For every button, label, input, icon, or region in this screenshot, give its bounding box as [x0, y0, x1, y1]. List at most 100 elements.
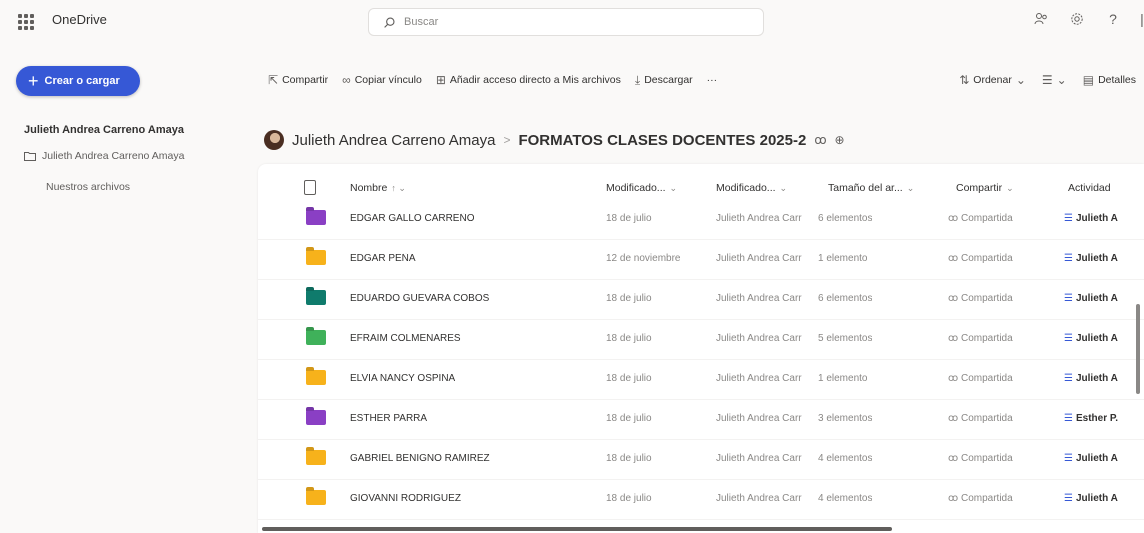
- row-activity[interactable]: ☰ Esther P.: [1064, 413, 1118, 424]
- chevron-down-icon: ⌄: [669, 183, 678, 193]
- folder-icon: [306, 410, 326, 425]
- sidebar-user-name[interactable]: Julieth Andrea Carreno Amaya: [24, 124, 184, 136]
- folder-icon: [306, 210, 326, 225]
- column-header-size[interactable]: Tamaño del ar... ⌄: [828, 182, 914, 194]
- column-header-sharing[interactable]: Compartir ⌄: [956, 182, 1014, 194]
- app-title[interactable]: OneDrive: [52, 12, 107, 27]
- table-row[interactable]: EFRAIM COLMENARES 18 de julio Julieth An…: [258, 320, 1144, 360]
- download-label: Descargar: [644, 74, 693, 86]
- row-size: 4 elementos: [818, 453, 873, 464]
- copy-link-label: Copiar vínculo: [354, 74, 422, 86]
- column-header-modified[interactable]: Modificado... ⌄: [606, 182, 677, 194]
- row-activity[interactable]: ☰ Julieth A: [1064, 293, 1118, 304]
- row-name[interactable]: GIOVANNI RODRIGUEZ: [350, 493, 461, 504]
- people-icon: ꝏ: [948, 373, 961, 384]
- breadcrumb-separator: >: [503, 133, 511, 147]
- sidebar-item-our-files[interactable]: Nuestros archivos: [46, 181, 130, 193]
- breadcrumb-user[interactable]: Julieth Andrea Carreno Amaya: [292, 132, 495, 149]
- chevron-down-icon: ⌄: [779, 183, 788, 193]
- add-shortcut-label: Añadir acceso directo a Mis archivos: [449, 74, 621, 86]
- row-sharing[interactable]: ꝏ Compartida: [948, 453, 1013, 464]
- activity-icon: ☰: [1064, 373, 1073, 384]
- row-modified-by: Julieth Andrea Carr: [716, 373, 802, 384]
- sort-button[interactable]: ⇅ Ordenar ⌄: [959, 73, 1026, 87]
- row-sharing[interactable]: ꝏ Compartida: [948, 413, 1013, 424]
- row-activity[interactable]: ☰ Julieth A: [1064, 253, 1118, 264]
- people-icon[interactable]: ꝏ: [814, 133, 826, 147]
- sidebar-item-my-files[interactable]: Julieth Andrea Carreno Amaya: [24, 150, 184, 162]
- row-name[interactable]: EDGAR GALLO CARREÑO: [350, 213, 474, 224]
- row-sharing[interactable]: ꝏ Compartida: [948, 333, 1013, 344]
- more-button[interactable]: ···: [707, 74, 718, 86]
- row-activity[interactable]: ☰ Julieth A: [1064, 453, 1118, 464]
- column-header-activity[interactable]: Actividad: [1068, 182, 1111, 194]
- row-size: 5 elementos: [818, 333, 873, 344]
- row-size: 4 elementos: [818, 493, 873, 504]
- vertical-scrollbar[interactable]: [1136, 304, 1140, 394]
- row-activity[interactable]: ☰ Julieth A: [1064, 373, 1118, 384]
- search-input[interactable]: [404, 16, 704, 28]
- row-activity[interactable]: ☰ Julieth A: [1064, 493, 1118, 504]
- row-sharing[interactable]: ꝏ Compartida: [948, 493, 1013, 504]
- people-icon: ꝏ: [948, 213, 961, 224]
- row-name[interactable]: ESTHER PARRA: [350, 413, 427, 424]
- details-button[interactable]: ▤ Detalles: [1083, 73, 1136, 87]
- table-row[interactable]: GIOVANNI RODRIGUEZ 18 de julio Julieth A…: [258, 480, 1144, 520]
- top-bar: OneDrive ? |: [0, 0, 1144, 44]
- row-sharing[interactable]: ꝏ Compartida: [948, 213, 1013, 224]
- table-row[interactable]: ESTHER PARRA 18 de julio Julieth Andrea …: [258, 400, 1144, 440]
- row-name[interactable]: ELVIA NANCY OSPINA: [350, 373, 455, 384]
- row-activity[interactable]: ☰ Julieth A: [1064, 213, 1118, 224]
- settings-icon[interactable]: [1068, 10, 1086, 28]
- table-row[interactable]: EDUARDO GUEVARA COBOS 18 de julio Juliet…: [258, 280, 1144, 320]
- activity-icon: ☰: [1064, 213, 1073, 224]
- details-pane-icon: ▤: [1082, 73, 1095, 87]
- download-button[interactable]: ⤓ Descargar: [635, 73, 693, 88]
- table-row[interactable]: EDGAR GALLO CARREÑO 18 de julio Julieth …: [258, 200, 1144, 240]
- row-sharing[interactable]: ꝏ Compartida: [948, 373, 1013, 384]
- view-options-button[interactable]: ☰ ⌄: [1042, 73, 1067, 87]
- list-view-icon: ☰: [1041, 73, 1053, 87]
- account-edge-icon[interactable]: |: [1140, 10, 1144, 28]
- row-name[interactable]: EDUARDO GUEVARA COBOS: [350, 293, 489, 304]
- sort-label: Ordenar: [973, 74, 1012, 86]
- file-type-icon[interactable]: [304, 180, 316, 195]
- table-row[interactable]: ELVIA NANCY OSPINA 18 de julio Julieth A…: [258, 360, 1144, 400]
- row-sharing[interactable]: ꝏ Compartida: [948, 253, 1013, 264]
- create-upload-button[interactable]: + Crear o cargar: [16, 66, 140, 96]
- people-icon[interactable]: [1032, 10, 1050, 28]
- row-name[interactable]: GABRIEL BENIGNO RAMIREZ: [350, 453, 490, 464]
- shared-folder-icon[interactable]: ⊕: [835, 133, 845, 147]
- link-icon: ∞: [342, 73, 351, 87]
- row-modified: 18 de julio: [606, 453, 652, 464]
- search-box[interactable]: [368, 8, 764, 36]
- horizontal-scrollbar[interactable]: [262, 527, 892, 531]
- column-header-modified-by[interactable]: Modificado... ⌄: [716, 182, 787, 194]
- app-launcher-icon[interactable]: [18, 14, 34, 30]
- copy-link-button[interactable]: ∞ Copiar vínculo: [342, 73, 422, 87]
- table-row[interactable]: EDGAR PEÑA 12 de noviembre Julieth Andre…: [258, 240, 1144, 280]
- row-activity[interactable]: ☰ Julieth A: [1064, 333, 1118, 344]
- folder-icon: [306, 330, 326, 345]
- row-name[interactable]: EDGAR PEÑA: [350, 253, 416, 264]
- chevron-down-icon: ⌄: [1056, 73, 1067, 87]
- column-header-name[interactable]: Nombre ↑ ⌄: [350, 182, 406, 194]
- shortcut-icon: ⊞: [435, 73, 446, 87]
- folder-icon: [306, 250, 326, 265]
- add-shortcut-button[interactable]: ⊞ Añadir acceso directo a Mis archivos: [436, 73, 621, 87]
- plus-icon: +: [28, 71, 39, 91]
- table-row[interactable]: GABRIEL BENIGNO RAMIREZ 18 de julio Juli…: [258, 440, 1144, 480]
- activity-icon: ☰: [1064, 333, 1073, 344]
- row-modified: 12 de noviembre: [606, 253, 681, 264]
- row-modified: 18 de julio: [606, 373, 652, 384]
- row-modified-by: Julieth Andrea Carr: [716, 293, 802, 304]
- command-bar-right: ⇅ Ordenar ⌄ ☰ ⌄ ▤ Detalles: [959, 70, 1136, 90]
- row-sharing[interactable]: ꝏ Compartida: [948, 293, 1013, 304]
- people-icon: ꝏ: [948, 333, 961, 344]
- help-icon[interactable]: ?: [1104, 10, 1122, 28]
- row-name[interactable]: EFRAIM COLMENARES: [350, 333, 461, 344]
- row-modified: 18 de julio: [606, 493, 652, 504]
- share-button[interactable]: ⇱ Compartir: [268, 73, 328, 87]
- row-modified-by: Julieth Andrea Carr: [716, 493, 802, 504]
- row-modified: 18 de julio: [606, 413, 652, 424]
